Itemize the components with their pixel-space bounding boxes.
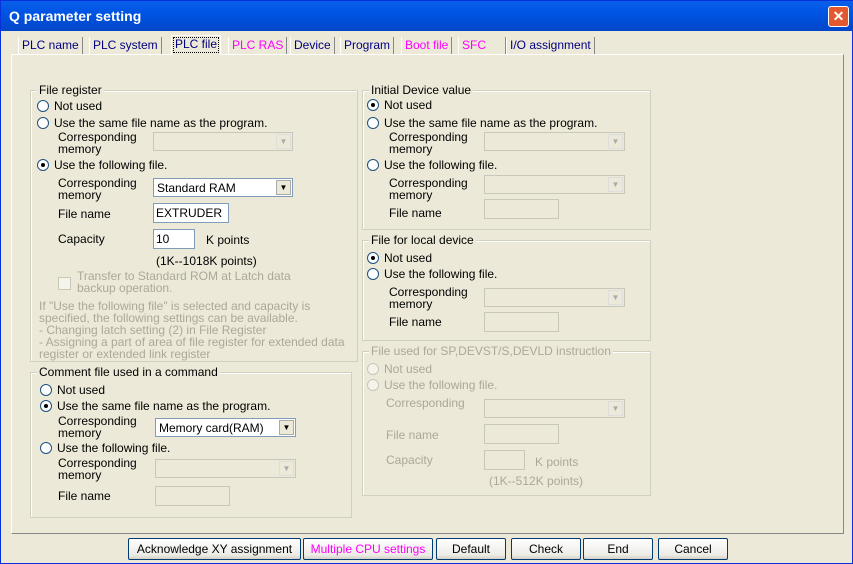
tab-plc-system[interactable]: PLC system — [89, 37, 162, 54]
sp-memory-select: ▼ — [484, 399, 625, 418]
field-label: Capacity — [58, 232, 105, 246]
title-bar: Q parameter setting ✕ — [1, 1, 853, 31]
range-label: (1K--1018K points) — [156, 254, 257, 268]
radio-label: Not used — [384, 98, 433, 112]
comment-memory-select[interactable]: Memory card(RAM) ▼ — [155, 418, 296, 437]
comment-same-name-radio[interactable] — [40, 400, 52, 412]
chevron-down-icon: ▼ — [276, 134, 291, 149]
unit-label: K points — [206, 233, 250, 247]
field-label: File name — [58, 207, 111, 221]
chevron-down-icon: ▼ — [608, 290, 623, 305]
selected-value: Memory card(RAM) — [159, 421, 264, 435]
file-register-memory-select-disabled: ▼ — [153, 132, 293, 151]
radio-label: Use the following file. — [384, 267, 498, 281]
initial-use-following-radio[interactable] — [367, 159, 379, 171]
comment-memory-select-disabled: ▼ — [155, 459, 296, 478]
sp-devst-legend: File used for SP,DEVST/S,DEVLD instructi… — [369, 344, 613, 358]
comment-use-following-radio[interactable] — [40, 442, 52, 454]
radio-label: Use the following file. — [384, 378, 498, 392]
radio-label: Use the following file. — [57, 441, 171, 455]
field-label: File name — [389, 206, 442, 220]
radio-label: Use the same file name as the program. — [57, 399, 271, 413]
initial-file-name-input — [484, 199, 559, 219]
tab-sfc[interactable]: SFC — [458, 37, 506, 54]
field-label: Corresponding — [386, 396, 465, 410]
cancel-button[interactable]: Cancel — [658, 538, 728, 560]
radio-label: Not used — [384, 251, 433, 265]
radio-label: Use the same file name as the program. — [54, 116, 268, 130]
file-register-note: If "Use the following file" is selected … — [39, 299, 345, 361]
default-button[interactable]: Default — [436, 538, 506, 560]
close-icon[interactable]: ✕ — [828, 6, 849, 27]
tab-plc-name[interactable]: PLC name — [18, 37, 83, 54]
sp-capacity-input — [484, 450, 525, 470]
selected-value: Standard RAM — [157, 181, 236, 195]
radio-label: Not used — [57, 383, 106, 397]
file-register-not-used-radio[interactable] — [37, 100, 49, 112]
radio-label: Not used — [54, 99, 103, 113]
local-memory-select: ▼ — [484, 288, 625, 307]
file-register-legend: File register — [37, 83, 104, 97]
radio-label: Not used — [384, 362, 433, 376]
acknowledge-xy-button[interactable]: Acknowledge XY assignment — [128, 538, 301, 560]
tab-program[interactable]: Program — [340, 37, 395, 54]
file-register-use-following-radio[interactable] — [37, 159, 49, 171]
file-register-same-name-radio[interactable] — [37, 117, 49, 129]
chevron-down-icon: ▼ — [608, 177, 623, 192]
local-use-following-radio[interactable] — [367, 268, 379, 280]
comment-file-legend: Comment file used in a command — [37, 365, 220, 379]
field-label: Corresponding memory — [389, 176, 468, 202]
comment-not-used-radio[interactable] — [40, 384, 52, 396]
transfer-checkbox — [58, 277, 71, 290]
file-register-file-name-input[interactable]: EXTRUDER — [153, 203, 229, 223]
radio-label: Use the following file. — [54, 158, 168, 172]
initial-memory-select-2: ▼ — [484, 175, 625, 194]
sp-not-used-radio — [367, 363, 379, 375]
multiple-cpu-settings-button[interactable]: Multiple CPU settings — [303, 538, 433, 560]
transfer-label: Transfer to Standard ROM at Latch data b… — [77, 269, 291, 295]
initial-same-name-radio[interactable] — [367, 117, 379, 129]
local-file-name-input — [484, 312, 559, 332]
field-label: Corresponding memory — [389, 130, 468, 156]
field-label: File name — [389, 315, 442, 329]
sp-file-name-input — [484, 424, 559, 444]
field-label: Corresponding memory — [58, 414, 137, 440]
field-label: Corresponding memory — [58, 176, 137, 202]
sp-use-following-radio — [367, 379, 379, 391]
field-label: Capacity — [386, 453, 433, 467]
chevron-down-icon[interactable]: ▼ — [276, 180, 291, 195]
tab-plc-ras[interactable]: PLC RAS — [228, 37, 288, 54]
initial-memory-select: ▼ — [484, 132, 625, 151]
file-register-capacity-input[interactable]: 10 — [153, 229, 195, 249]
file-register-memory-select[interactable]: Standard RAM ▼ — [153, 178, 293, 197]
radio-label: Use the following file. — [384, 158, 498, 172]
tab-boot-file[interactable]: Boot file — [401, 37, 453, 54]
chevron-down-icon: ▼ — [279, 461, 294, 476]
initial-device-legend: Initial Device value — [369, 83, 474, 97]
unit-label: K points — [535, 455, 579, 469]
chevron-down-icon[interactable]: ▼ — [279, 420, 294, 435]
window-title: Q parameter setting — [9, 8, 142, 24]
local-not-used-radio[interactable] — [367, 252, 379, 264]
comment-file-name-input — [155, 486, 230, 506]
field-label: File name — [386, 428, 439, 442]
chevron-down-icon: ▼ — [608, 401, 623, 416]
field-label: Corresponding memory — [58, 456, 137, 482]
range-label: (1K--512K points) — [489, 474, 584, 488]
initial-not-used-radio[interactable] — [367, 99, 379, 111]
q-parameter-setting-window: Q parameter setting ✕ PLC name PLC syste… — [0, 0, 853, 564]
tab-plc-file[interactable]: PLC file — [171, 35, 222, 55]
check-button[interactable]: Check — [511, 538, 581, 560]
tab-device[interactable]: Device — [290, 37, 335, 54]
radio-label: Use the same file name as the program. — [384, 116, 598, 130]
field-label: Corresponding memory — [58, 130, 137, 156]
chevron-down-icon: ▼ — [608, 134, 623, 149]
field-label: File name — [58, 489, 111, 503]
end-button[interactable]: End — [583, 538, 653, 560]
field-label: Corresponding memory — [389, 285, 468, 311]
local-device-legend: File for local device — [369, 233, 476, 247]
tab-io-assignment[interactable]: I/O assignment — [506, 37, 595, 54]
